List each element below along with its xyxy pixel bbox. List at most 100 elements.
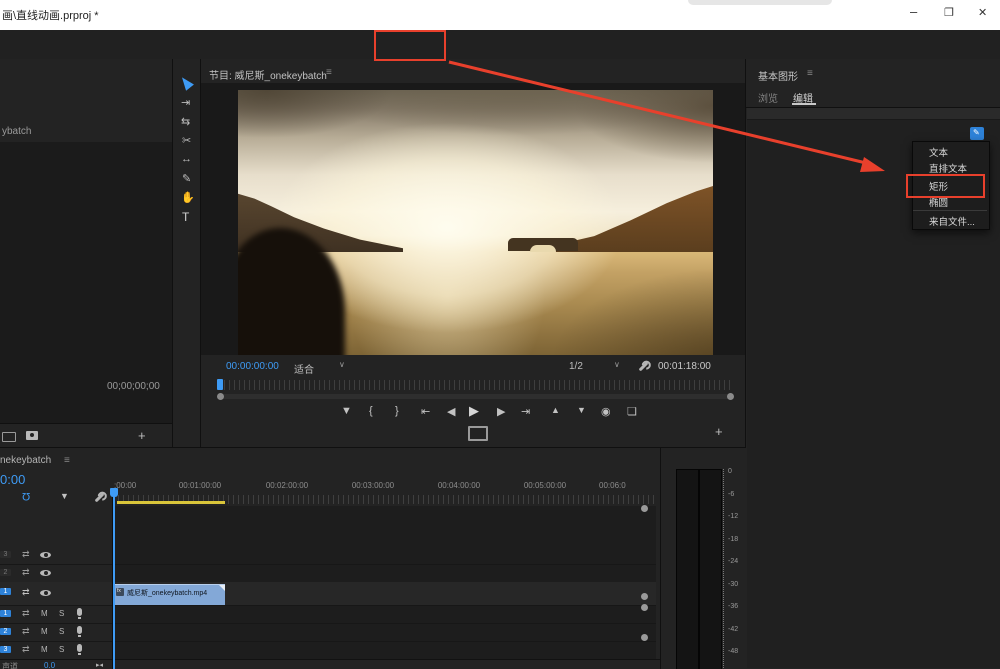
monitor-scrollbar-left-handle[interactable] xyxy=(217,393,224,400)
track-target-a3[interactable]: 3 xyxy=(0,646,11,653)
titlebar-tab-shadow xyxy=(688,0,832,5)
goto-in-button[interactable]: ⇤ xyxy=(421,405,430,418)
scroll-handle[interactable] xyxy=(641,604,648,611)
monitor-scrollbar[interactable] xyxy=(221,394,731,399)
solo-button[interactable]: S xyxy=(59,627,64,636)
timeline-tab[interactable]: nekeybatch xyxy=(0,455,51,466)
toggle-track-output-icon[interactable] xyxy=(40,552,51,558)
work-area-bar[interactable] xyxy=(117,501,225,504)
timeline-playhead-line[interactable] xyxy=(113,488,115,669)
monitor-controls: 00:00:00:00 适合 ∨ 1/2 ∨ 00:01:18:00 ▼ { }… xyxy=(201,355,746,447)
extract-button[interactable]: ▼ xyxy=(577,405,586,415)
mute-button[interactable]: M xyxy=(41,627,48,636)
source-timecode[interactable]: 00;00;00;00 xyxy=(107,381,160,392)
ruler-label: 00:02:00:00 xyxy=(255,481,319,490)
ripple-edit-tool-icon[interactable]: ⇆ xyxy=(181,115,190,128)
meter-tick: -48 xyxy=(728,648,738,655)
track-select-forward-tool-icon[interactable]: ⇥ xyxy=(181,96,190,109)
voiceover-record-icon[interactable] xyxy=(77,644,82,652)
play-button[interactable]: ▶ xyxy=(469,403,479,419)
fit-sequence-icon[interactable]: ▸◂ xyxy=(96,661,103,669)
annotation-box-graphics-tab xyxy=(374,30,446,61)
menu-item-vertical-text[interactable]: 直排文本 xyxy=(929,161,989,175)
mark-out-button[interactable]: } xyxy=(395,405,399,417)
sync-lock-icon[interactable]: ⇄ xyxy=(22,608,30,619)
slip-tool-icon[interactable]: ↔ xyxy=(181,153,192,165)
timeline-settings-icon[interactable] xyxy=(95,493,105,503)
sync-lock-icon[interactable]: ⇄ xyxy=(22,587,30,598)
monitor-ruler[interactable] xyxy=(219,380,733,390)
voiceover-record-icon[interactable] xyxy=(77,608,82,616)
export-frame-button[interactable]: ◉ xyxy=(601,405,611,418)
menu-item-from-file[interactable]: 来自文件... xyxy=(929,214,989,228)
step-forward-button[interactable]: ▶ xyxy=(497,405,505,418)
track-target-v2[interactable]: 2 xyxy=(0,569,11,576)
track-target-a2[interactable]: 2 xyxy=(0,628,11,635)
mute-button[interactable]: M xyxy=(41,645,48,654)
goto-out-button[interactable]: ⇥ xyxy=(521,405,530,418)
selection-tool-icon[interactable] xyxy=(178,74,194,90)
close-button[interactable]: ✕ xyxy=(978,6,987,19)
menu-separator xyxy=(913,210,987,211)
track-target-v3[interactable]: 3 xyxy=(0,551,11,558)
sync-lock-icon[interactable]: ⇄ xyxy=(22,549,30,560)
mute-button[interactable]: M xyxy=(41,609,48,618)
settings-icon[interactable] xyxy=(2,432,16,442)
track-target-v1[interactable]: 1 xyxy=(0,588,11,595)
sequence-duration: 00:01:18:00 xyxy=(658,361,711,372)
export-frame-icon[interactable] xyxy=(26,431,38,440)
proxy-toggle-button[interactable] xyxy=(468,426,488,441)
menu-item-text[interactable]: 文本 xyxy=(929,145,989,159)
voiceover-record-icon[interactable] xyxy=(77,626,82,634)
mark-in-button[interactable]: { xyxy=(369,405,373,417)
sync-lock-icon[interactable]: ⇄ xyxy=(22,644,30,655)
sync-lock-icon[interactable]: ⇄ xyxy=(22,567,30,578)
solo-button[interactable]: S xyxy=(59,609,64,618)
timeline-timecode[interactable]: 0:00 xyxy=(0,472,25,487)
zoom-level-chevron-icon[interactable]: ∨ xyxy=(339,360,345,369)
lift-button[interactable]: ▲ xyxy=(551,405,560,415)
monitor-scrollbar-right-handle[interactable] xyxy=(727,393,734,400)
resolution-chevron-icon[interactable]: ∨ xyxy=(614,360,620,369)
track-target-a1[interactable]: 1 xyxy=(0,610,11,617)
timeline-add-marker-icon[interactable]: ▼ xyxy=(60,491,69,501)
hand-tool-icon[interactable]: ✋ xyxy=(181,191,195,204)
tab-browse[interactable]: 浏览 xyxy=(758,90,778,105)
toggle-track-output-icon[interactable] xyxy=(40,590,51,596)
program-timecode[interactable]: 00:00:00:00 xyxy=(226,361,279,372)
playback-resolution-select[interactable]: 1/2 xyxy=(569,361,583,372)
toggle-track-output-icon[interactable] xyxy=(40,570,51,576)
maximize-button[interactable]: ❐ xyxy=(944,6,954,19)
timeline-clip[interactable]: fx 威尼斯_onekeybatch.mp4 xyxy=(113,584,225,605)
audio-track-a1: 1 ⇄ M S xyxy=(0,605,656,624)
timeline-playhead-head[interactable] xyxy=(110,488,118,497)
sync-lock-icon[interactable]: ⇄ xyxy=(22,626,30,637)
razor-tool-icon[interactable]: ✂ xyxy=(182,134,191,147)
monitor-add-button[interactable]: + xyxy=(715,424,723,439)
essential-graphics-panel: 基本图形 ≡ 浏览 编辑 ✎ 文本 直排文本 矩形 椭圆 来自文件... xyxy=(745,59,1000,669)
monitor-settings-icon[interactable] xyxy=(639,362,649,372)
scroll-handle[interactable] xyxy=(641,593,648,600)
scroll-handle[interactable] xyxy=(641,634,648,641)
master-volume-value[interactable]: 0.0 xyxy=(44,661,55,669)
source-panel-tab[interactable]: ybatch xyxy=(2,126,31,137)
monitor-playhead[interactable] xyxy=(217,379,223,390)
program-panel-menu-icon[interactable]: ≡ xyxy=(326,67,332,78)
new-layer-button[interactable]: ✎ xyxy=(970,127,984,140)
add-panel-button[interactable]: + xyxy=(138,428,146,443)
pen-tool-icon[interactable]: ✎ xyxy=(182,172,191,185)
essential-graphics-menu-icon[interactable]: ≡ xyxy=(807,68,813,79)
type-tool-icon[interactable]: T xyxy=(182,210,189,224)
program-monitor-title[interactable]: 节目: 威尼斯_onekeybatch xyxy=(209,67,327,82)
solo-button[interactable]: S xyxy=(59,645,64,654)
tools-panel: ⇥ ⇆ ✂ ↔ ✎ ✋ T xyxy=(172,59,201,447)
scroll-handle[interactable] xyxy=(641,505,648,512)
window-title: 画\直线动画.prproj * xyxy=(2,7,99,23)
comparison-view-button[interactable]: ❏ xyxy=(627,405,637,418)
zoom-level-select[interactable]: 适合 xyxy=(294,361,314,376)
snap-toggle-icon[interactable]: Ω xyxy=(22,490,30,502)
step-back-button[interactable]: ◀ xyxy=(447,405,455,418)
add-marker-button[interactable]: ▼ xyxy=(341,405,352,417)
timeline-panel-menu-icon[interactable]: ≡ xyxy=(64,455,70,466)
minimize-button[interactable]: – xyxy=(910,4,917,19)
